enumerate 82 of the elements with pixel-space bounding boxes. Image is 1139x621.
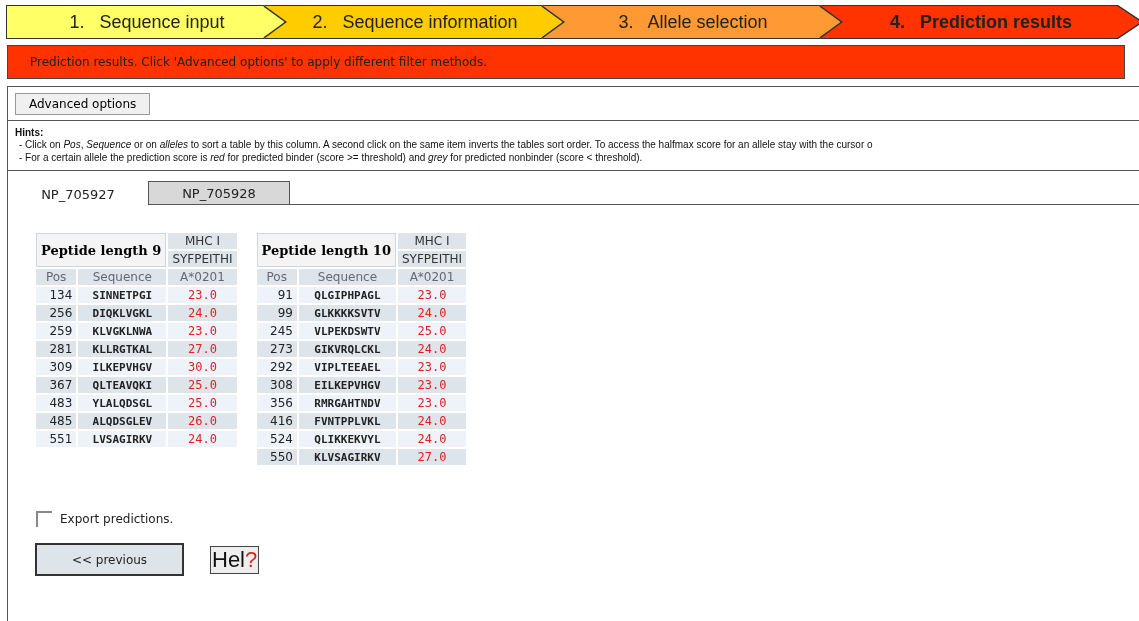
score-cell: 30.0 bbox=[168, 359, 237, 375]
info-banner: Prediction results. Click 'Advanced options' to apply different filter methods. bbox=[7, 45, 1125, 79]
table-header: SYFPEITHI bbox=[397, 251, 467, 267]
table-cell: 416 bbox=[256, 413, 297, 429]
hint-text: - For a certain allele the prediction score is red for predicted binder (score >= threshold) and grey for predicted nonbinder (score < threshold). bbox=[18, 151, 644, 164]
table-cell: 550 bbox=[256, 449, 297, 465]
column-header[interactable]: Pos bbox=[256, 269, 297, 285]
score-cell: 24.0 bbox=[168, 431, 237, 447]
table-cell: 99 bbox=[256, 305, 297, 321]
score-cell: 25.0 bbox=[397, 323, 467, 339]
previous-button[interactable]: << previous bbox=[35, 543, 184, 576]
table-cell: 367 bbox=[36, 377, 77, 393]
table-cell: KLLRGTKAL bbox=[78, 341, 167, 357]
score-cell: 25.0 bbox=[168, 395, 237, 411]
table-cell: ALQDSGLEV bbox=[78, 413, 167, 429]
score-cell: 23.0 bbox=[397, 395, 467, 411]
table-cell: VLPEKDSWTV bbox=[298, 323, 396, 339]
table-cell: 483 bbox=[36, 395, 77, 411]
wizard-step[interactable]: 4. Prediction results bbox=[821, 6, 1139, 38]
column-header[interactable]: Sequence bbox=[78, 269, 167, 285]
column-header[interactable]: A*0201 bbox=[397, 269, 467, 285]
score-cell: 23.0 bbox=[397, 287, 467, 303]
table-header: MHC I bbox=[168, 233, 237, 249]
table-cell: SINNETPGI bbox=[78, 287, 167, 303]
score-cell: 24.0 bbox=[397, 413, 467, 429]
table-cell: KLVGKLNWA bbox=[78, 323, 167, 339]
table-cell: 308 bbox=[256, 377, 297, 393]
table-cell: 91 bbox=[256, 287, 297, 303]
table-cell: QLIKKEKVYL bbox=[298, 431, 396, 447]
column-header[interactable]: A*0201 bbox=[168, 269, 237, 285]
table-cell: 134 bbox=[36, 287, 77, 303]
table-header: MHC I bbox=[397, 233, 467, 249]
table-cell: EILKEPVHGV bbox=[298, 377, 396, 393]
advanced-options-button[interactable]: Advanced options bbox=[15, 93, 151, 115]
table-cell: YLALQDSGL bbox=[78, 395, 167, 411]
table-title: Peptide length 10 bbox=[256, 233, 396, 267]
table-cell: GIKVRQLCKL bbox=[298, 341, 396, 357]
column-header[interactable]: Pos bbox=[36, 269, 77, 285]
table-cell: QLTEAVQKI bbox=[78, 377, 167, 393]
score-cell: 25.0 bbox=[168, 377, 237, 393]
score-cell: 24.0 bbox=[397, 305, 467, 321]
table-cell: QLGIPHPAGL bbox=[298, 287, 396, 303]
wizard-step[interactable]: 3. Allele selection bbox=[543, 6, 843, 38]
score-cell: 24.0 bbox=[397, 431, 467, 447]
score-cell: 23.0 bbox=[168, 323, 237, 339]
checkbox-label: Export predictions. bbox=[60, 512, 174, 526]
table-cell: 524 bbox=[256, 431, 297, 447]
hints-title: Hints: bbox=[15, 127, 45, 138]
score-cell: 23.0 bbox=[168, 287, 237, 303]
table-cell: LVSAGIRKV bbox=[78, 431, 167, 447]
table-cell: 281 bbox=[36, 341, 77, 357]
score-cell: 23.0 bbox=[397, 359, 467, 375]
table-title: Peptide length 9 bbox=[36, 233, 167, 267]
table-cell: DIQKLVGKL bbox=[78, 305, 167, 321]
table-cell: 273 bbox=[256, 341, 297, 357]
wizard-step[interactable]: 2. Sequence information bbox=[265, 6, 565, 38]
table-cell: 485 bbox=[36, 413, 77, 429]
score-cell: 26.0 bbox=[168, 413, 237, 429]
table-cell: GLKKKKSVTV bbox=[298, 305, 396, 321]
table-cell: RMRGAHTNDV bbox=[298, 395, 396, 411]
table-cell: VIPLTEEAEL bbox=[298, 359, 396, 375]
score-cell: 24.0 bbox=[168, 305, 237, 321]
table-cell: ILKEPVHGV bbox=[78, 359, 167, 375]
table-header: SYFPEITHI bbox=[168, 251, 237, 267]
table-cell: 256 bbox=[36, 305, 77, 321]
score-cell: 24.0 bbox=[397, 341, 467, 357]
column-header[interactable]: Sequence bbox=[298, 269, 396, 285]
wizard-step[interactable]: 1. Sequence input bbox=[7, 6, 287, 38]
help-button[interactable]: Hel? bbox=[210, 545, 260, 574]
score-cell: 27.0 bbox=[168, 341, 237, 357]
score-cell: 23.0 bbox=[397, 377, 467, 393]
table-cell: KLVSAGIRKV bbox=[298, 449, 396, 465]
table-cell: 292 bbox=[256, 359, 297, 375]
table-cell: FVNTPPLVKL bbox=[298, 413, 396, 429]
table-cell: 551 bbox=[36, 431, 77, 447]
table-cell: 309 bbox=[36, 359, 77, 375]
table-cell: 356 bbox=[256, 395, 297, 411]
tab[interactable]: NP_705928 bbox=[148, 181, 290, 205]
score-cell: 27.0 bbox=[397, 449, 467, 465]
table-cell: 259 bbox=[36, 323, 77, 339]
hint-text: - Click on Pos, Sequence or on alleles to sort a table by this column. A second click on the same item inverts the tables sort order. To access the halfmax score for an allele stay with the cursor o bbox=[18, 138, 874, 151]
table-cell: 245 bbox=[256, 323, 297, 339]
